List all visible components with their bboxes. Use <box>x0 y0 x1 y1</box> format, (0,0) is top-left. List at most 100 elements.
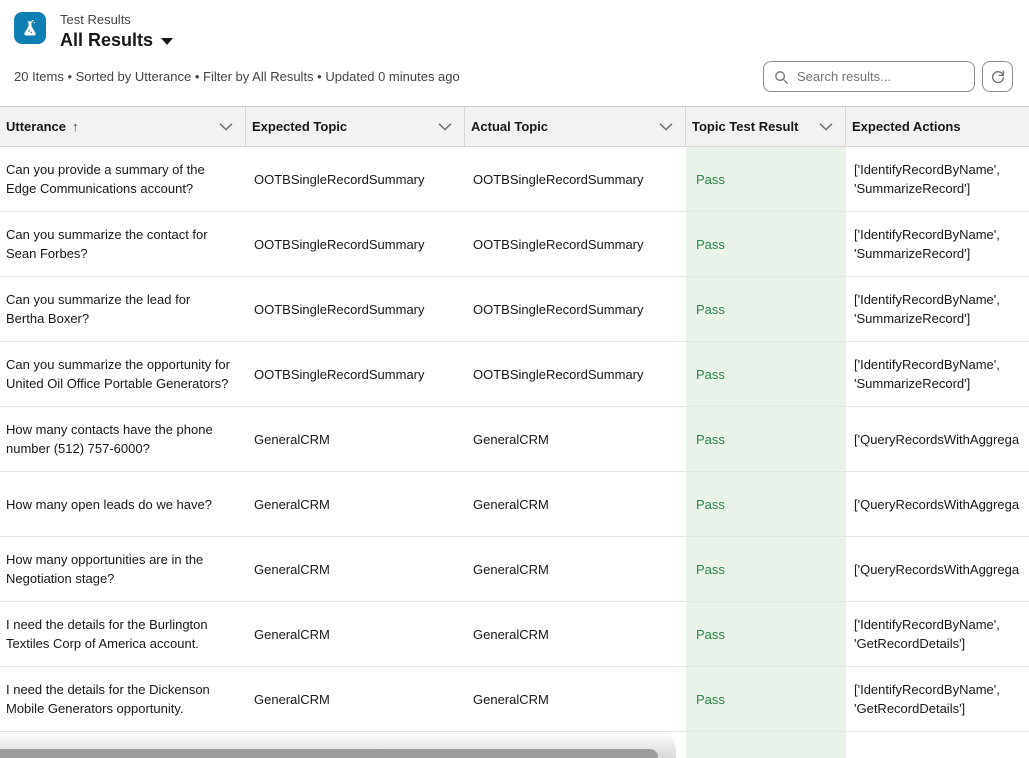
expected-actions-cell: ['IdentifyRecordByName', 'SummarizeRecor… <box>846 351 1029 397</box>
table-row: How many opportunities are in the Negoti… <box>0 537 1029 602</box>
results-table: Utterance ↑ Expected Topic Actual Topic <box>0 106 1029 758</box>
topic-test-result-cell: Pass <box>686 667 846 731</box>
sort-ascending-icon: ↑ <box>72 119 79 134</box>
topic-test-result-cell: Pass <box>686 147 846 211</box>
column-label: Actual Topic <box>471 119 548 134</box>
pass-badge: Pass <box>696 430 725 449</box>
expected-topic-cell: OOTBSingleRecordSummary <box>246 361 465 388</box>
table-row: How many contacts have the phone number … <box>0 407 1029 472</box>
list-status-line: 20 Items • Sorted by Utterance • Filter … <box>14 69 460 84</box>
expected-actions-cell: ['QueryRecordsWithAggrega <box>846 491 1029 518</box>
expected-topic-cell: OOTBSingleRecordSummary <box>246 231 465 258</box>
column-label: Expected Topic <box>252 119 347 134</box>
expected-topic-cell: OOTBSingleRecordSummary <box>246 166 465 193</box>
view-selector-caret-icon <box>161 38 173 45</box>
expected-actions-cell: ['IdentifyRecordByName', 'SummarizeRecor… <box>846 221 1029 267</box>
actual-topic-cell: GeneralCRM <box>465 621 686 648</box>
pass-badge: Pass <box>696 560 725 579</box>
table-row: Can you summarize the contact for Sean F… <box>0 212 1029 277</box>
expected-topic-cell: GeneralCRM <box>246 426 465 453</box>
table-row: Can you summarize the opportunity for Un… <box>0 342 1029 407</box>
table-row: I need the details for the Dickenson Mob… <box>0 667 1029 732</box>
title-block: Test Results All Results <box>60 12 173 51</box>
topic-test-result-cell: Pass <box>686 212 846 276</box>
table-header-row: Utterance ↑ Expected Topic Actual Topic <box>0 107 1029 147</box>
utterance-cell: Can you summarize the opportunity for Un… <box>0 351 246 397</box>
pass-badge: Pass <box>696 235 725 254</box>
refresh-icon <box>990 69 1006 85</box>
pass-badge: Pass <box>696 365 725 384</box>
list-toolbar: 20 Items • Sorted by Utterance • Filter … <box>0 53 1029 106</box>
expected-topic-cell: GeneralCRM <box>246 621 465 648</box>
expected-actions-cell: ['IdentifyRecordByName', 'GetRecordDetai… <box>846 611 1029 657</box>
table-row: Can you summarize the lead for Bertha Bo… <box>0 277 1029 342</box>
pass-badge: Pass <box>696 170 725 189</box>
horizontal-scrollbar-thumb[interactable] <box>0 749 658 758</box>
utterance-cell: How many open leads do we have? <box>0 491 246 518</box>
topic-test-result-cell: Pass <box>686 602 846 666</box>
expected-topic-cell: OOTBSingleRecordSummary <box>246 296 465 323</box>
column-header-utterance[interactable]: Utterance ↑ <box>0 107 246 146</box>
column-header-expected-actions[interactable]: Expected Actions <box>846 107 1029 146</box>
column-header-topic-test-result[interactable]: Topic Test Result <box>686 107 846 146</box>
expected-actions-cell: ['QueryRecordsWithAggrega <box>846 556 1029 583</box>
pass-badge: Pass <box>696 495 725 514</box>
utterance-cell: Can you summarize the contact for Sean F… <box>0 221 246 267</box>
view-name: All Results <box>60 29 153 51</box>
table-body: Can you provide a summary of the Edge Co… <box>0 147 1029 758</box>
pass-badge: Pass <box>696 690 725 709</box>
utterance-cell: How many opportunities are in the Negoti… <box>0 546 246 592</box>
search-icon <box>774 70 789 85</box>
utterance-cell: I need the details for the Dickenson Mob… <box>0 676 246 722</box>
utterance-cell: Can you provide a summary of the Edge Co… <box>0 156 246 202</box>
column-menu-chevron-down-icon[interactable] <box>434 119 456 135</box>
view-selector[interactable]: All Results <box>60 29 173 51</box>
expected-topic-cell: GeneralCRM <box>246 556 465 583</box>
column-label: Topic Test Result <box>692 119 798 134</box>
actual-topic-cell: OOTBSingleRecordSummary <box>465 296 686 323</box>
utterance-cell: How many contacts have the phone number … <box>0 416 246 462</box>
refresh-button[interactable] <box>982 61 1013 92</box>
column-label: Utterance <box>6 119 66 134</box>
actual-topic-cell: GeneralCRM <box>465 556 686 583</box>
test-results-page: Test Results All Results 20 Items • Sort… <box>0 0 1029 758</box>
column-menu-chevron-down-icon[interactable] <box>215 119 237 135</box>
record-type-label: Test Results <box>60 12 173 28</box>
actual-topic-cell: GeneralCRM <box>465 426 686 453</box>
expected-topic-cell: GeneralCRM <box>246 686 465 713</box>
topic-test-result-cell: Pass <box>686 472 846 536</box>
topic-test-result-cell: Pass <box>686 407 846 471</box>
column-header-expected-topic[interactable]: Expected Topic <box>246 107 465 146</box>
toolbar-actions <box>763 61 1013 92</box>
actual-topic-cell: OOTBSingleRecordSummary <box>465 166 686 193</box>
topic-test-result-cell: Pass <box>686 537 846 601</box>
column-header-actual-topic[interactable]: Actual Topic <box>465 107 686 146</box>
utterance-cell: Can you summarize the lead for Bertha Bo… <box>0 286 246 332</box>
actual-topic-cell: GeneralCRM <box>465 491 686 518</box>
column-menu-chevron-down-icon[interactable] <box>815 119 837 135</box>
expected-actions-cell: ['IdentifyRecordByName', <box>846 751 1029 758</box>
flask-icon <box>14 12 46 44</box>
actual-topic-cell: GeneralCRM <box>465 686 686 713</box>
pass-badge: Pass <box>696 625 725 644</box>
expected-actions-cell: ['IdentifyRecordByName', 'GetRecordDetai… <box>846 676 1029 722</box>
expected-actions-cell: ['IdentifyRecordByName', 'SummarizeRecor… <box>846 286 1029 332</box>
page-header: Test Results All Results <box>0 0 1029 53</box>
table-row: I need the details for the Burlington Te… <box>0 602 1029 667</box>
expected-topic-cell: GeneralCRM <box>246 491 465 518</box>
actual-topic-cell: OOTBSingleRecordSummary <box>465 231 686 258</box>
expected-actions-cell: ['QueryRecordsWithAggrega <box>846 426 1029 453</box>
search-input[interactable] <box>764 62 974 91</box>
table-row: Can you provide a summary of the Edge Co… <box>0 147 1029 212</box>
column-menu-chevron-down-icon[interactable] <box>655 119 677 135</box>
actual-topic-cell: OOTBSingleRecordSummary <box>465 361 686 388</box>
pass-badge: Pass <box>696 300 725 319</box>
topic-test-result-cell <box>686 732 846 758</box>
expected-actions-cell: ['IdentifyRecordByName', 'SummarizeRecor… <box>846 156 1029 202</box>
topic-test-result-cell: Pass <box>686 342 846 406</box>
search-box <box>763 61 975 92</box>
topic-test-result-cell: Pass <box>686 277 846 341</box>
table-row: How many open leads do we have? GeneralC… <box>0 472 1029 537</box>
utterance-cell: I need the details for the Burlington Te… <box>0 611 246 657</box>
column-label: Expected Actions <box>852 119 961 134</box>
